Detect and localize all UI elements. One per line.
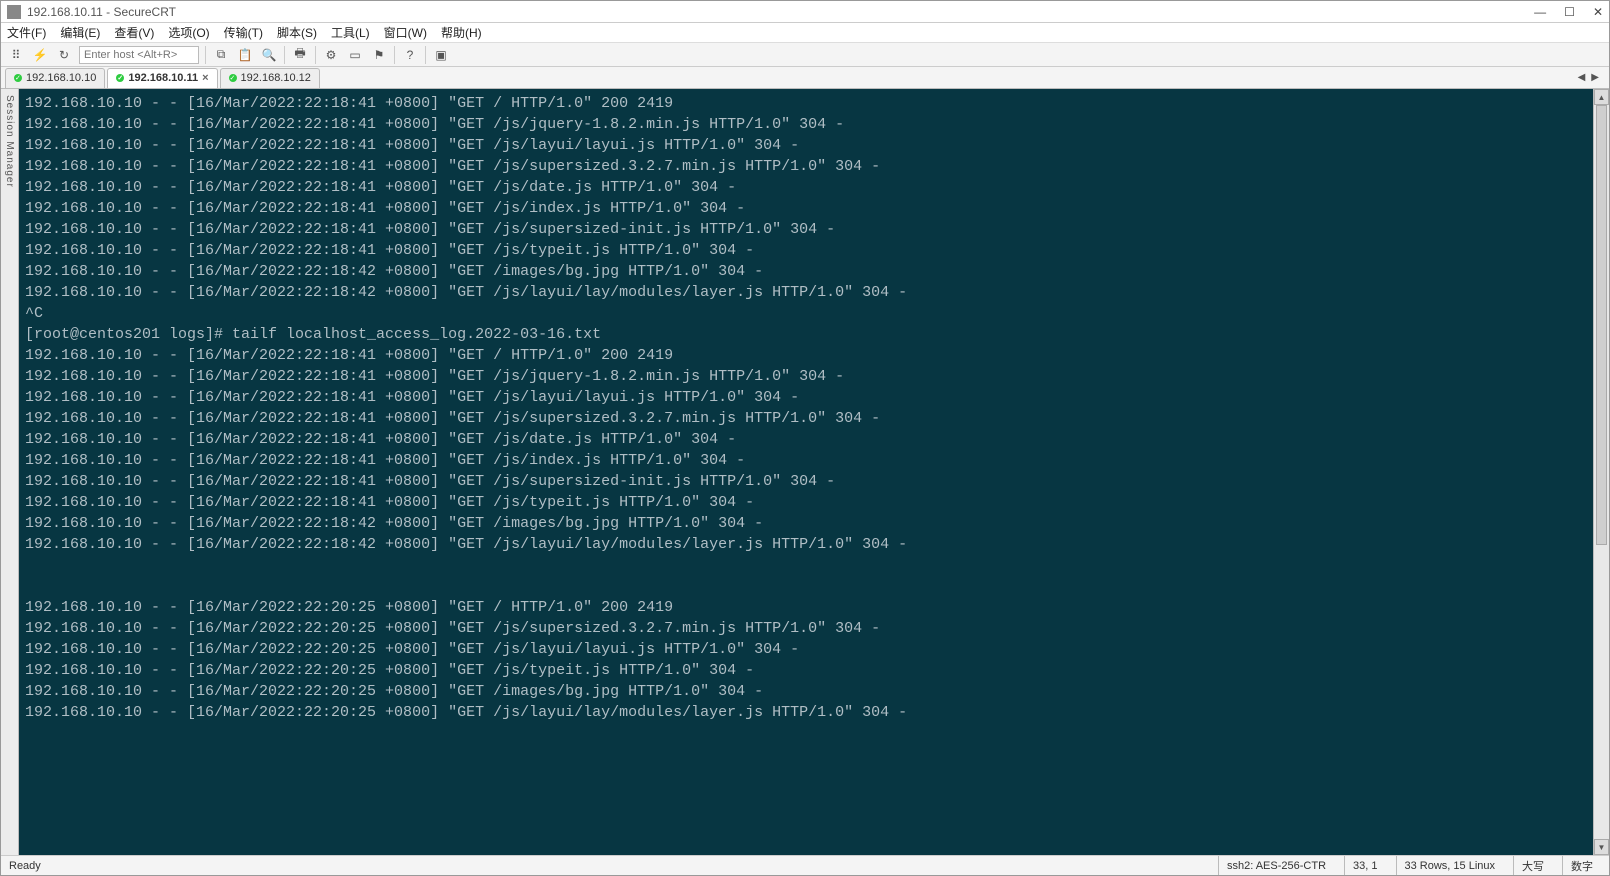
toolbar-separator [205,46,206,64]
tab-label: 192.168.10.11 [128,72,198,84]
menu-tools[interactable]: 工具(L) [331,24,370,41]
status-cursor: 33, 1 [1344,856,1385,875]
titlebar: 192.168.10.11 - SecureCRT — ☐ ✕ [1,1,1609,23]
maximize-button[interactable]: ☐ [1564,5,1575,19]
menubar: 文件(F) 编辑(E) 查看(V) 选项(O) 传输(T) 脚本(S) 工具(L… [1,23,1609,43]
settings-icon[interactable]: ⚙ [322,46,340,64]
toolbar-separator [394,46,395,64]
app-badge-icon[interactable]: ▣ [432,46,450,64]
status-cipher: ssh2: AES-256-CTR [1218,856,1334,875]
connected-icon [14,74,22,82]
window-controls: — ☐ ✕ [1534,5,1603,19]
minimize-button[interactable]: — [1534,5,1546,19]
paste-icon[interactable]: 📋 [236,46,254,64]
session-manager-icon[interactable]: ⠿ [7,46,25,64]
scroll-track[interactable] [1594,105,1609,839]
status-num: 数字 [1562,856,1601,875]
session-tab[interactable]: 192.168.10.11 × [107,68,217,88]
copy-icon[interactable]: ⧉ [212,46,230,64]
tab-close-icon[interactable]: × [202,72,208,84]
menu-transfer[interactable]: 传输(T) [224,24,263,41]
menu-options[interactable]: 选项(O) [168,24,209,41]
session-manager-label: Session Manager [4,95,15,188]
titlebar-left: 192.168.10.11 - SecureCRT [7,5,176,19]
tab-nav-right-icon[interactable]: ▶ [1591,72,1599,83]
menu-view[interactable]: 查看(V) [114,24,154,41]
connected-icon [229,74,237,82]
toolbar-separator [315,46,316,64]
scroll-up-icon[interactable]: ▲ [1594,89,1609,105]
session-manager-rail[interactable]: Session Manager [1,89,19,855]
reconnect-icon[interactable]: ↻ [55,46,73,64]
tab-label: 192.168.10.10 [26,72,96,84]
terminal-scrollbar[interactable]: ▲ ▼ [1593,89,1609,855]
find-icon[interactable]: 🔍 [260,46,278,64]
tab-nav-left-icon[interactable]: ◀ [1578,72,1586,83]
statusbar: Ready ssh2: AES-256-CTR 33, 1 33 Rows, 1… [1,855,1609,875]
menu-help[interactable]: 帮助(H) [441,24,482,41]
toolbar-separator [284,46,285,64]
app-window: 192.168.10.11 - SecureCRT — ☐ ✕ 文件(F) 编辑… [0,0,1610,876]
trace-icon[interactable]: ⚑ [370,46,388,64]
status-caps: 大写 [1513,856,1552,875]
app-icon [7,5,21,19]
terminal[interactable]: 192.168.10.10 - - [16/Mar/2022:22:18:41 … [19,89,1593,855]
tab-label: 192.168.10.12 [241,72,311,84]
session-options-icon[interactable]: ▭ [346,46,364,64]
print-icon[interactable]: 🖶 [291,46,309,64]
tabstrip: 192.168.10.10 192.168.10.11 × 192.168.10.12… [1,67,1609,89]
connected-icon [116,74,124,82]
terminal-wrap: 192.168.10.10 - - [16/Mar/2022:22:18:41 … [19,89,1609,855]
scroll-thumb[interactable] [1596,105,1607,545]
help-icon[interactable]: ? [401,46,419,64]
menu-edit[interactable]: 编辑(E) [60,24,100,41]
window-title: 192.168.10.11 - SecureCRT [27,5,176,19]
status-rowscols: 33 Rows, 15 Linux [1396,856,1504,875]
session-tab[interactable]: 192.168.10.10 [5,68,105,88]
host-input[interactable] [79,46,199,64]
body: Session Manager 192.168.10.10 - - [16/Ma… [1,89,1609,855]
toolbar: ⠿ ⚡ ↻ ⧉ 📋 🔍 🖶 ⚙ ▭ ⚑ ? ▣ [1,43,1609,67]
quick-connect-icon[interactable]: ⚡ [31,46,49,64]
menu-script[interactable]: 脚本(S) [277,24,317,41]
session-tab[interactable]: 192.168.10.12 [220,68,320,88]
toolbar-separator [425,46,426,64]
scroll-down-icon[interactable]: ▼ [1594,839,1609,855]
tab-nav: ◀ ▶ [1578,72,1605,83]
status-ready: Ready [9,860,41,872]
menu-file[interactable]: 文件(F) [7,24,46,41]
close-button[interactable]: ✕ [1593,5,1603,19]
menu-window[interactable]: 窗口(W) [384,24,427,41]
